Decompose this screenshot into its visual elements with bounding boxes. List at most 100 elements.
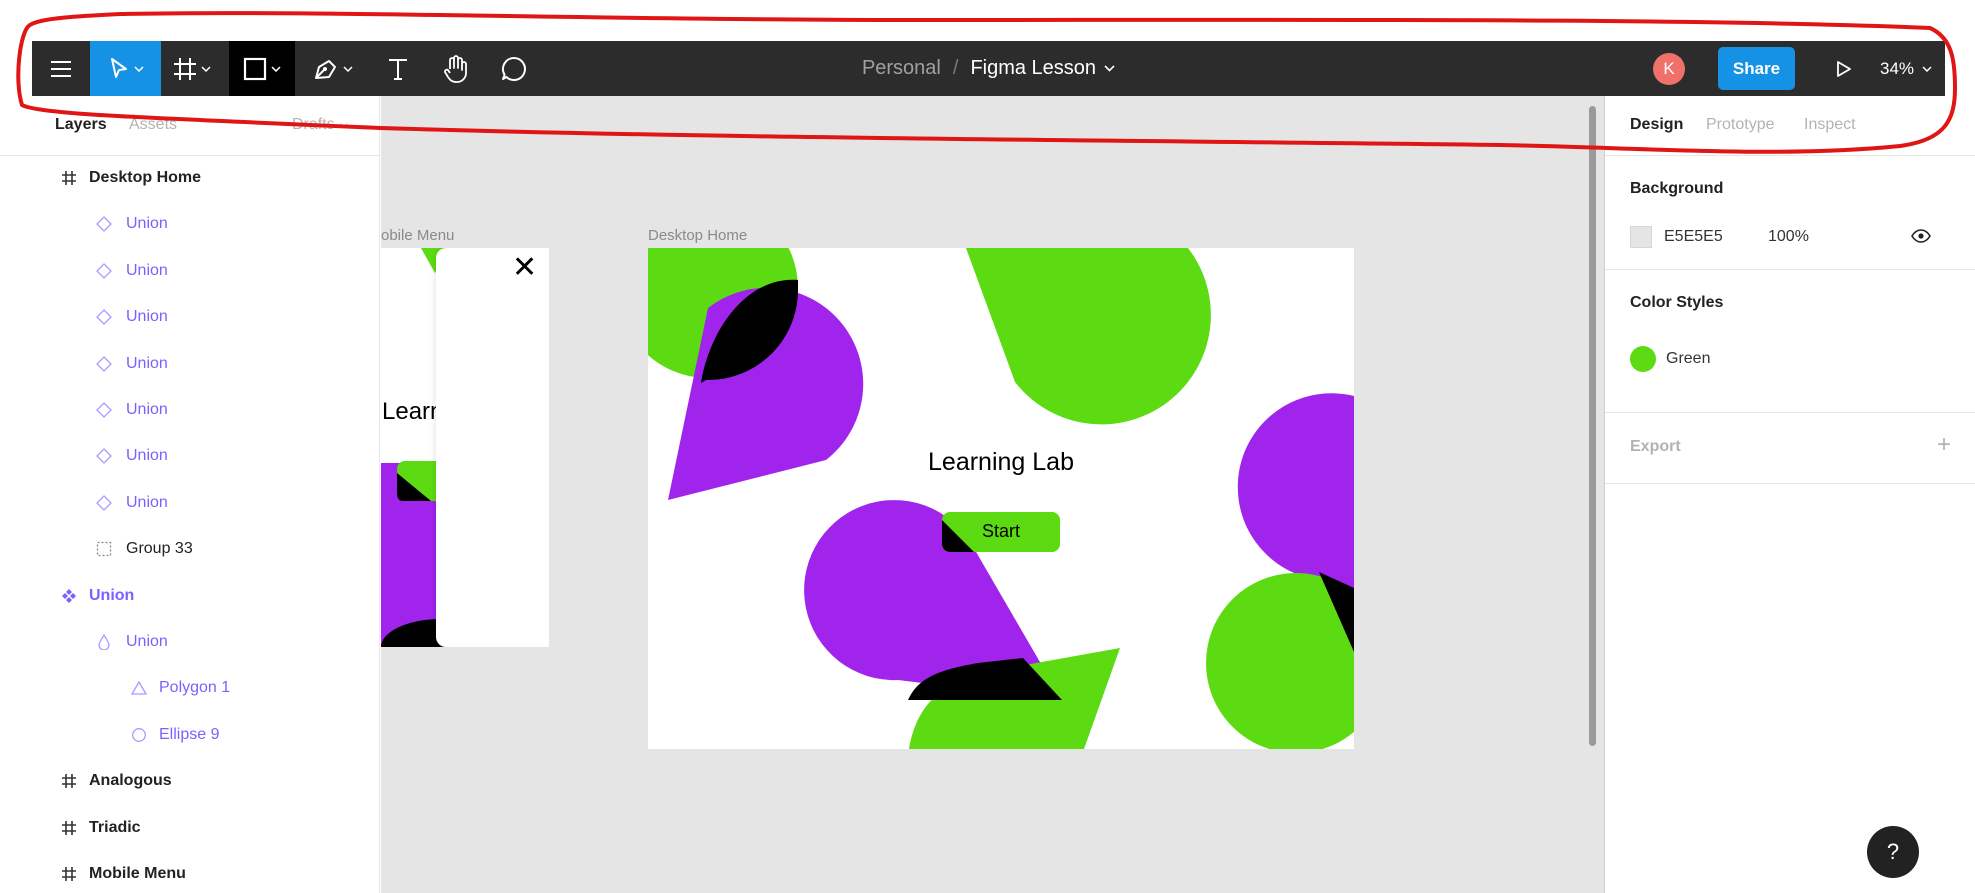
background-hex[interactable]: E5E5E5 [1664, 228, 1723, 246]
layer-label: Union [89, 586, 135, 604]
file-name[interactable]: Figma Lesson [970, 57, 1096, 80]
polygon-icon [129, 678, 149, 698]
close-icon[interactable]: ✕ [512, 250, 537, 285]
layer-row[interactable]: Union [0, 345, 380, 383]
layer-row[interactable]: Union [0, 577, 380, 615]
text-tool-button[interactable] [373, 41, 423, 96]
layer-row[interactable]: Union [0, 437, 380, 475]
frame-icon [59, 818, 79, 838]
ellipse-icon [129, 725, 149, 745]
layers-panel: Layers Assets Drafts Desktop Home Union Un… [0, 96, 380, 893]
canvas[interactable]: obile Menu Desktop Home Learn ✕ Learning… [381, 96, 1604, 893]
comment-tool-button[interactable] [487, 41, 541, 96]
left-panel-tabs: Layers Assets Drafts [0, 96, 380, 156]
frame-icon [59, 771, 79, 791]
layer-row[interactable]: Mobile Menu [0, 855, 380, 893]
tab-inspect[interactable]: Inspect [1804, 116, 1856, 134]
union-icon [94, 400, 114, 420]
tab-assets[interactable]: Assets [129, 116, 177, 134]
tab-design[interactable]: Design [1630, 116, 1683, 134]
layer-row[interactable]: Analogous [0, 762, 380, 800]
layer-row[interactable]: Union [0, 298, 380, 336]
export-title: Export [1630, 438, 1681, 455]
eye-icon[interactable] [1911, 229, 1931, 243]
layer-label: Union [126, 308, 168, 326]
desktop-home-frame[interactable]: Learning Lab Start [648, 248, 1354, 749]
layer-row[interactable]: Union [0, 623, 380, 661]
component-icon [59, 586, 79, 606]
share-button[interactable]: Share [1718, 47, 1795, 90]
layer-row[interactable]: Triadic [0, 809, 380, 847]
chevron-down-icon[interactable] [1104, 65, 1115, 72]
color-styles-section: Color Styles Green [1605, 270, 1975, 413]
help-button[interactable]: ? [1867, 826, 1919, 878]
layer-row[interactable]: Polygon 1 [0, 669, 380, 707]
frame-tool-button[interactable] [161, 41, 223, 96]
mobile-title-partial: Learn [382, 398, 444, 425]
layer-row[interactable]: Desktop Home [0, 159, 380, 197]
figma-editor: Personal / Figma Lesson K Share 34% Laye… [0, 0, 1975, 893]
background-section: Background E5E5E5 100% [1605, 156, 1975, 270]
hand-tool-button[interactable] [429, 41, 483, 96]
chevron-down-icon [201, 65, 211, 72]
tab-layers[interactable]: Layers [55, 116, 107, 134]
desktop-frame-label[interactable]: Desktop Home [648, 227, 747, 244]
rectangle-tool-icon [243, 57, 267, 80]
layer-row[interactable]: Union [0, 252, 380, 290]
layer-label: Desktop Home [89, 169, 202, 186]
top-toolbar: Personal / Figma Lesson K Share 34% [32, 41, 1945, 96]
union-icon [94, 307, 114, 327]
present-button[interactable] [1824, 41, 1864, 96]
union-icon [94, 354, 114, 374]
start-button-label: Start [981, 521, 1020, 541]
layer-label: Triadic [89, 818, 141, 836]
group-icon [94, 539, 114, 559]
drop-icon [94, 632, 114, 652]
rectangle-tool-button[interactable] [229, 41, 295, 96]
play-icon [1837, 60, 1851, 77]
mobile-frame-label[interactable]: obile Menu [381, 227, 454, 244]
pages-dropdown-label: Drafts [292, 116, 335, 133]
layer-row[interactable]: Ellipse 9 [0, 716, 380, 754]
layer-label: Union [126, 261, 168, 279]
tab-prototype[interactable]: Prototype [1706, 116, 1774, 134]
background-title: Background [1630, 180, 1724, 197]
background-opacity[interactable]: 100% [1768, 228, 1809, 246]
start-button[interactable]: Start [942, 512, 1060, 552]
chevron-down-icon [1922, 65, 1932, 72]
chevron-down-icon [271, 65, 281, 72]
layer-row[interactable]: Union [0, 484, 380, 522]
union-icon [94, 493, 114, 513]
background-swatch[interactable] [1630, 226, 1652, 248]
pen-tool-icon [315, 59, 336, 79]
move-tool-button[interactable] [90, 41, 161, 96]
add-export-icon[interactable]: + [1937, 431, 1951, 459]
vertical-scrollbar[interactable] [1589, 106, 1596, 746]
pen-tool-button[interactable] [303, 41, 363, 96]
main-menu-button[interactable] [32, 41, 90, 96]
properties-panel: Design Prototype Inspect Background E5E5… [1604, 96, 1975, 893]
mobile-menu-frame[interactable]: Learn ✕ [381, 248, 549, 647]
right-panel-tabs: Design Prototype Inspect [1605, 96, 1975, 156]
green-style-swatch[interactable] [1630, 346, 1656, 372]
layer-label: Union [126, 401, 168, 418]
breadcrumb-team[interactable]: Personal [862, 57, 941, 80]
layer-row[interactable]: Group 33 [0, 530, 380, 568]
layer-label: Mobile Menu [89, 865, 186, 882]
layer-row[interactable]: Union [0, 205, 380, 243]
desktop-frame-artwork [648, 248, 1354, 749]
pages-dropdown[interactable]: Drafts [292, 116, 348, 134]
layer-label: Analogous [89, 772, 172, 790]
avatar[interactable]: K [1653, 53, 1685, 85]
hamburger-icon [51, 60, 71, 77]
frame-icon [59, 168, 79, 188]
mobile-menu-drawer[interactable]: ✕ [436, 248, 549, 647]
zoom-dropdown[interactable]: 34% [1880, 41, 1932, 96]
layer-label: Ellipse 9 [159, 725, 220, 743]
zoom-level: 34% [1880, 58, 1915, 78]
hand-tool-icon [444, 54, 467, 83]
green-style-name[interactable]: Green [1666, 350, 1710, 368]
union-icon [94, 214, 114, 234]
comment-tool-icon [501, 56, 526, 81]
layer-row[interactable]: Union [0, 391, 380, 429]
